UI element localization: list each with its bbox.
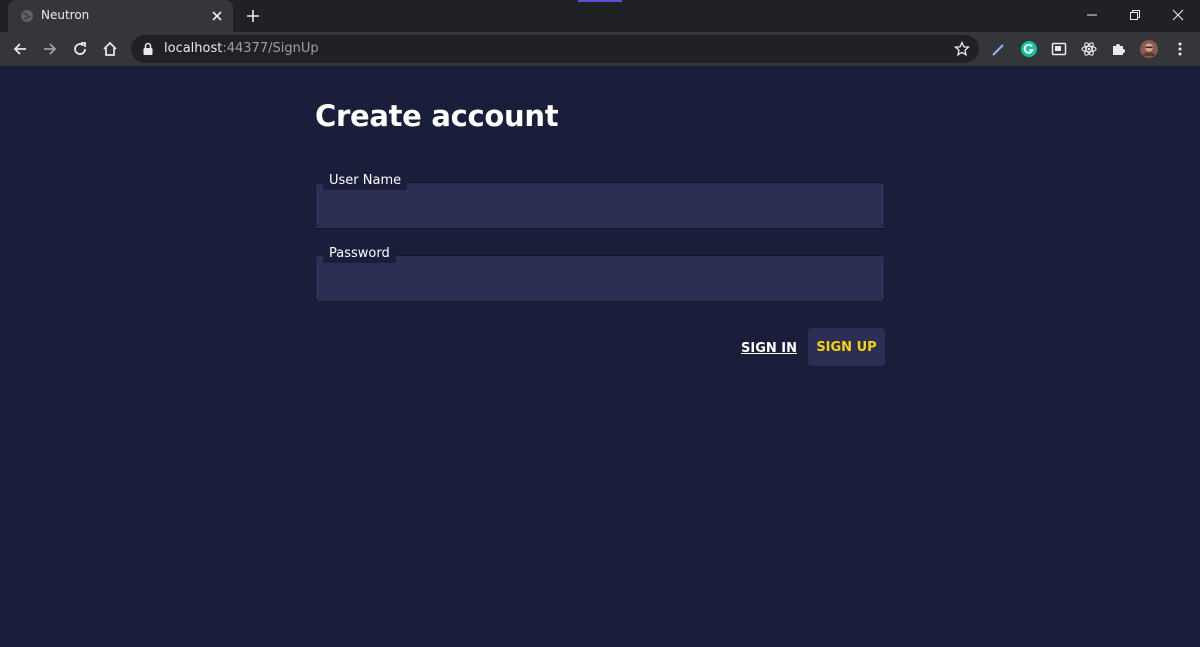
browser-tab[interactable]: Neutron — [8, 0, 233, 32]
grammarly-icon[interactable] — [1020, 40, 1038, 58]
media-icon[interactable] — [1050, 40, 1068, 58]
restore-icon — [1130, 10, 1140, 20]
page-title: Create account — [315, 99, 559, 133]
password-field[interactable]: Password — [315, 245, 885, 302]
minimize-icon — [1087, 14, 1097, 16]
plus-icon[interactable] — [244, 7, 262, 25]
accent-bar — [578, 0, 622, 2]
reload-icon[interactable] — [71, 40, 89, 58]
address-bar[interactable]: localhost:44377/SignUp — [131, 35, 979, 63]
url-path: :44377/SignUp — [222, 41, 319, 56]
home-icon[interactable] — [101, 40, 119, 58]
puzzle-icon[interactable] — [1110, 40, 1128, 58]
username-label: User Name — [323, 172, 408, 190]
url-text[interactable]: localhost:44377/SignUp — [164, 41, 319, 56]
star-icon[interactable] — [953, 40, 971, 58]
globe-icon — [21, 10, 33, 22]
password-label: Password — [323, 245, 396, 263]
sign-in-link[interactable]: SIGN IN — [741, 341, 797, 356]
close-icon — [1172, 9, 1184, 21]
back-arrow-icon[interactable] — [11, 40, 29, 58]
close-window-button[interactable] — [1155, 0, 1200, 30]
signup-page: Create account User Name Password SIGN I… — [0, 66, 1200, 647]
menu-dots-icon[interactable] — [1171, 40, 1189, 58]
password-input[interactable] — [316, 256, 884, 301]
react-devtools-icon[interactable] — [1080, 40, 1098, 58]
tab-title: Neutron — [41, 8, 90, 22]
profile-avatar[interactable] — [1140, 40, 1158, 58]
close-icon[interactable] — [209, 8, 225, 24]
url-host: localhost — [164, 41, 223, 56]
pen-extension-icon[interactable] — [990, 40, 1008, 58]
browser-toolbar: localhost:44377/SignUp — [0, 32, 1200, 66]
username-field[interactable]: User Name — [315, 172, 885, 229]
minimize-button[interactable] — [1069, 0, 1115, 30]
tab-strip: Neutron — [0, 0, 1200, 32]
sign-up-button[interactable]: SIGN UP — [808, 328, 885, 366]
restore-button[interactable] — [1112, 0, 1158, 30]
lock-icon[interactable] — [142, 42, 154, 56]
forward-arrow-icon[interactable] — [41, 40, 59, 58]
